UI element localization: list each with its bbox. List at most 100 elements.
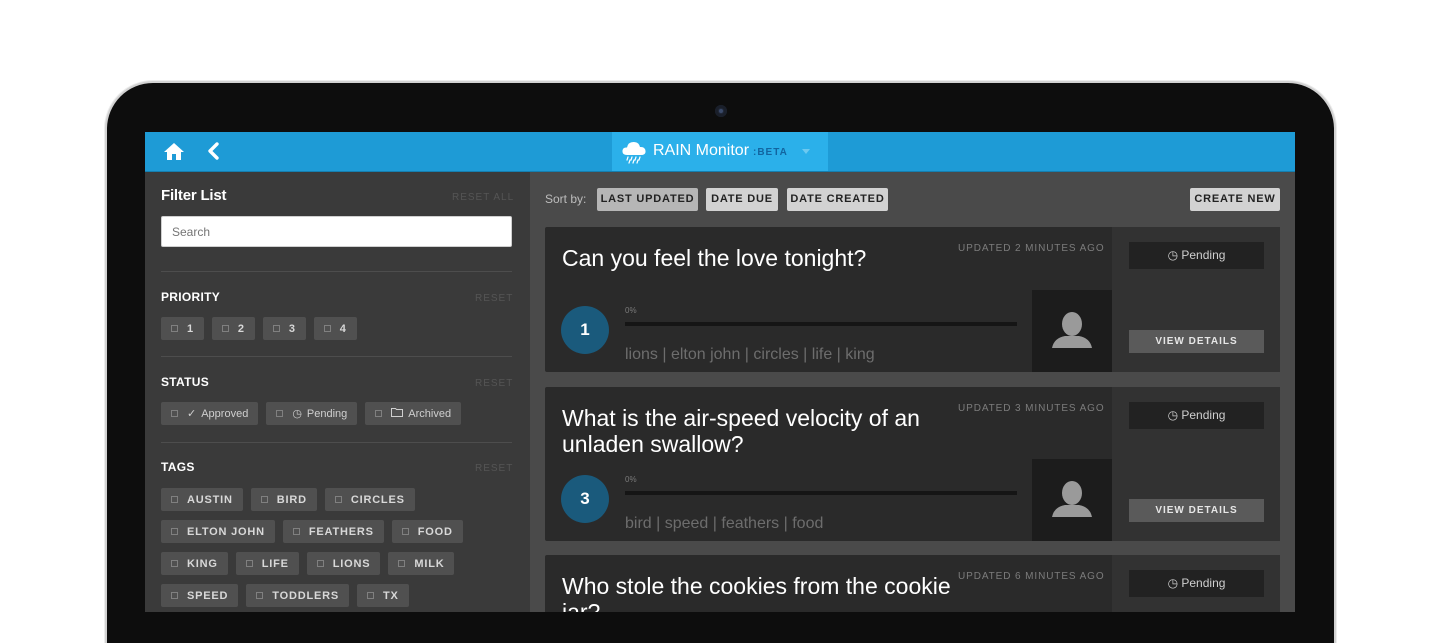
checkbox[interactable] [316,560,324,567]
card-actions: ◷ Pending [1112,555,1280,612]
avatar [1032,459,1112,541]
user-silhouette-icon [1052,312,1092,348]
tag-chip-bird[interactable]: BIRD [250,488,317,511]
check-icon: ✓ [187,408,197,420]
checkbox[interactable] [334,496,342,503]
priority-chip-2[interactable]: 2 [211,317,255,340]
app-brand-menu[interactable]: RAIN Monitor :BETA [612,132,828,171]
search-input[interactable] [161,216,512,247]
status-pending-button[interactable]: ◷ Pending [1129,242,1264,269]
progress-label: 0% [625,306,637,315]
tag-chip-elton-john[interactable]: ELTON JOHN [161,520,275,543]
divider [161,356,512,357]
checkbox[interactable] [401,528,409,535]
question-card[interactable]: ◷ Pending VIEW DETAILS What is the air-s… [545,387,1280,541]
priority-chip-3[interactable]: 3 [262,317,306,340]
status-pending-button[interactable]: ◷ Pending [1129,570,1264,597]
sort-date-due-button[interactable]: DATE DUE [706,188,778,211]
tag-chip-tx[interactable]: TX [357,584,409,607]
clock-icon: ◷ [292,408,302,420]
view-details-button[interactable]: VIEW DETAILS [1129,330,1264,353]
priority-chip-1[interactable]: 1 [161,317,204,340]
question-card[interactable]: ◷ Pending VIEW DETAILS Can you feel the … [545,227,1280,372]
checkbox[interactable] [272,325,280,332]
create-new-button[interactable]: CREATE NEW [1190,188,1280,211]
tag-chip-life[interactable]: LIFE [235,552,299,575]
checkbox[interactable] [171,528,178,535]
question-title[interactable]: Can you feel the love tonight? [562,245,962,271]
divider [161,442,512,443]
rain-cloud-icon [621,140,647,169]
checkbox[interactable] [375,410,383,417]
checkbox[interactable] [398,560,406,567]
checkbox[interactable] [292,528,300,535]
priority-title: PRIORITY [161,290,221,304]
status-pending-button[interactable]: ◷ Pending [1129,402,1264,429]
status-chip-archived[interactable]: Archived [365,402,462,425]
divider [161,271,512,272]
card-actions: ◷ Pending VIEW DETAILS [1112,227,1280,372]
checkbox[interactable] [245,560,253,567]
priority-reset-link[interactable]: RESET [475,293,513,304]
clock-icon: ◷ [1167,248,1182,262]
status-chip-pending[interactable]: ◷ Pending [266,402,358,425]
checkbox[interactable] [256,592,264,599]
status-chips: ✓ Approved ◷ Pending Archived [161,402,462,425]
clock-icon: ◷ [1167,408,1182,422]
tag-chips-row: AUSTIN BIRD CIRCLES [161,488,415,511]
sort-date-created-button[interactable]: DATE CREATED [787,188,888,211]
priority-badge: 1 [561,306,609,354]
view-details-button[interactable]: VIEW DETAILS [1129,499,1264,522]
tag-chip-austin[interactable]: AUSTIN [161,488,243,511]
tag-chips-row: SPEED TODDLERS TX [161,584,409,607]
checkbox[interactable] [171,325,178,332]
card-actions: ◷ Pending VIEW DETAILS [1112,387,1280,541]
question-tags: lions | elton john | circles | life | ki… [625,346,875,363]
tags-reset-link[interactable]: RESET [475,463,513,474]
checkbox[interactable] [171,592,178,599]
reset-all-link[interactable]: RESET ALL [452,192,514,203]
checkbox[interactable] [323,325,331,332]
home-icon[interactable] [162,140,186,162]
tag-chip-food[interactable]: FOOD [391,520,463,543]
beta-badge: :BETA [753,147,788,158]
checkbox[interactable] [276,410,284,417]
avatar [1032,290,1112,372]
updated-timestamp: UPDATED 2 MINUTES AGO [958,243,1105,254]
checkbox[interactable] [367,592,374,599]
tag-chip-king[interactable]: KING [161,552,228,575]
tag-chips-row: KING LIFE LIONS MILK [161,552,455,575]
tags-title: TAGS [161,460,195,474]
tag-chip-toddlers[interactable]: TODDLERS [246,584,349,607]
tag-chip-speed[interactable]: SPEED [161,584,239,607]
priority-chips: 1 2 3 4 [161,317,357,340]
caret-down-icon[interactable] [802,149,810,154]
priority-chip-4[interactable]: 4 [313,317,357,340]
question-card[interactable]: ◷ Pending Who stole the cookies from the… [545,555,1280,612]
filter-list-title: Filter List [161,187,227,204]
updated-timestamp: UPDATED 3 MINUTES AGO [958,403,1105,414]
tag-chip-milk[interactable]: MILK [388,552,455,575]
app-screen: RAIN Monitor :BETA Filter List RESET ALL… [145,132,1295,612]
checkbox[interactable] [171,496,178,503]
question-tags: bird | speed | feathers | food [625,515,824,532]
updated-timestamp: UPDATED 6 MINUTES AGO [958,571,1105,582]
question-title[interactable]: Who stole the cookies from the cookie ja… [562,573,962,612]
sort-last-updated-button[interactable]: LAST UPDATED [597,188,698,211]
folder-icon [391,407,404,420]
checkbox[interactable] [171,410,178,417]
status-reset-link[interactable]: RESET [475,378,513,389]
tag-chip-lions[interactable]: LIONS [306,552,381,575]
clock-icon: ◷ [1167,576,1182,590]
tag-chip-feathers[interactable]: FEATHERS [282,520,384,543]
question-title[interactable]: What is the air-speed velocity of an unl… [562,405,962,457]
progress-bar [625,491,1017,495]
app-title: RAIN Monitor [653,142,750,159]
tag-chip-circles[interactable]: CIRCLES [324,488,415,511]
checkbox[interactable] [171,560,178,567]
checkbox[interactable] [221,325,229,332]
status-title: STATUS [161,375,210,389]
checkbox[interactable] [260,496,268,503]
status-chip-approved[interactable]: ✓ Approved [161,402,259,425]
chevron-left-icon[interactable] [202,140,226,162]
